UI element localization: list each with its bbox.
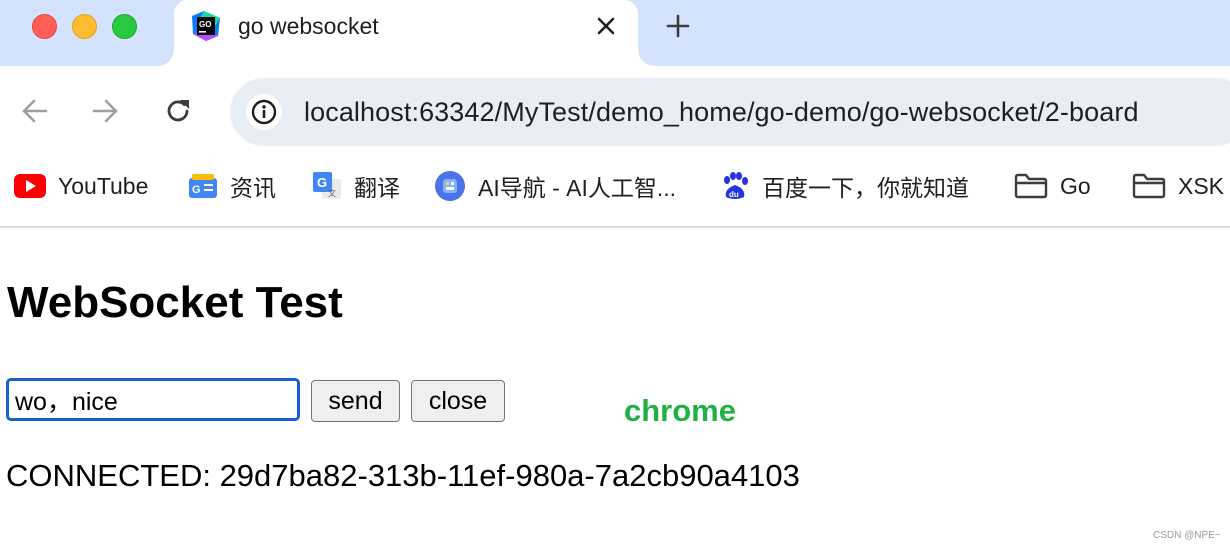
window-maximize-button[interactable]: [112, 14, 137, 39]
bookmark-baidu[interactable]: du 百度一下，你就知道: [720, 170, 969, 202]
bookmark-youtube[interactable]: YouTube: [14, 170, 148, 202]
watermark: CSDN @NPE~: [1153, 530, 1221, 541]
forward-arrow-icon[interactable]: [90, 96, 120, 126]
bookmarks-bar: YouTube G 资讯 G 文 翻译 AI导航 - AI人工智... du 百…: [0, 158, 1230, 228]
send-button[interactable]: send: [311, 380, 400, 422]
page-title: WebSocket Test: [7, 278, 343, 327]
window-minimize-button[interactable]: [72, 14, 97, 39]
browser-annotation: chrome: [624, 393, 736, 428]
svg-text:du: du: [729, 190, 739, 199]
bookmark-folder-xsk[interactable]: XSK: [1132, 170, 1224, 202]
bookmark-folder-go[interactable]: Go: [1014, 170, 1091, 202]
bookmark-news[interactable]: G 资讯: [188, 170, 276, 202]
url-text[interactable]: localhost:63342/MyTest/demo_home/go-demo…: [304, 97, 1139, 128]
bookmark-translate[interactable]: G 文 翻译: [312, 170, 400, 202]
folder-icon: [1014, 173, 1048, 199]
close-button[interactable]: close: [411, 380, 505, 422]
youtube-icon: [14, 174, 46, 198]
tab-go-websocket[interactable]: GO go websocket: [158, 0, 654, 66]
news-icon: G: [189, 174, 217, 198]
address-bar[interactable]: localhost:63342/MyTest/demo_home/go-demo…: [230, 78, 1230, 146]
back-arrow-icon[interactable]: [20, 96, 50, 126]
window-close-button[interactable]: [32, 14, 57, 39]
reload-icon[interactable]: [163, 96, 193, 126]
tab-title: go websocket: [238, 13, 379, 39]
svg-text:G: G: [192, 184, 201, 196]
translate-icon: G 文: [313, 172, 341, 199]
new-tab-icon[interactable]: [664, 12, 692, 40]
folder-icon: [1132, 173, 1166, 199]
bookmark-ai-nav[interactable]: AI导航 - AI人工智...: [434, 170, 676, 202]
svg-text:G: G: [317, 175, 327, 190]
connection-status: CONNECTED: 29d7ba82-313b-11ef-980a-7a2cb…: [6, 458, 800, 493]
goland-icon: GO: [192, 11, 220, 41]
page-content: WebSocket Test send close chrome CONNECT…: [0, 230, 1230, 550]
info-icon: [251, 99, 277, 125]
site-info-button[interactable]: [246, 94, 282, 130]
baidu-icon: du: [724, 172, 748, 199]
tab-strip: GO go websocket: [0, 0, 1230, 66]
message-input[interactable]: [6, 378, 300, 421]
svg-text:GO: GO: [199, 20, 211, 29]
browser-toolbar: localhost:63342/MyTest/demo_home/go-demo…: [0, 66, 1230, 158]
svg-text:文: 文: [328, 188, 336, 198]
close-tab-icon[interactable]: [592, 12, 620, 40]
ai-nav-icon: [435, 171, 465, 201]
